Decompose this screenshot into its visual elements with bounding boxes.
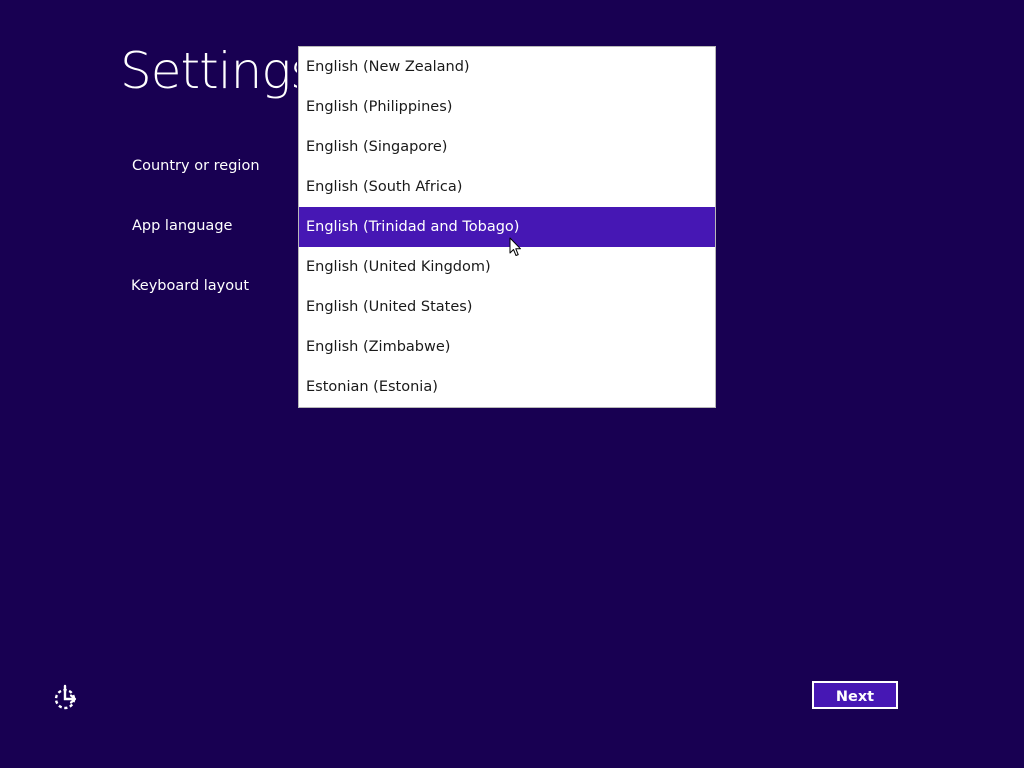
dropdown-option-english-trinidad-and-tobago[interactable]: English (Trinidad and Tobago) [299,207,715,247]
app-language-dropdown-list[interactable]: English (New Zealand) English (Philippin… [298,46,716,408]
dropdown-option-english-singapore[interactable]: English (Singapore) [299,127,715,167]
dropdown-option-english-united-kingdom[interactable]: English (United Kingdom) [299,247,715,287]
dropdown-option-english-new-zealand[interactable]: English (New Zealand) [299,47,715,87]
dropdown-option-english-south-africa[interactable]: English (South Africa) [299,167,715,207]
dropdown-option-english-united-states[interactable]: English (United States) [299,287,715,327]
next-button[interactable]: Next [812,681,898,709]
dropdown-option-english-philippines[interactable]: English (Philippines) [299,87,715,127]
app-language-label: App language [132,218,233,234]
dropdown-option-english-zimbabwe[interactable]: English (Zimbabwe) [299,327,715,367]
mouse-pointer-icon [509,237,521,256]
page-title: Settings [120,42,316,100]
ease-of-access-icon[interactable] [52,684,80,712]
country-region-label: Country or region [132,158,260,174]
dropdown-option-estonian-estonia[interactable]: Estonian (Estonia) [299,367,715,407]
keyboard-layout-label: Keyboard layout [131,278,250,294]
